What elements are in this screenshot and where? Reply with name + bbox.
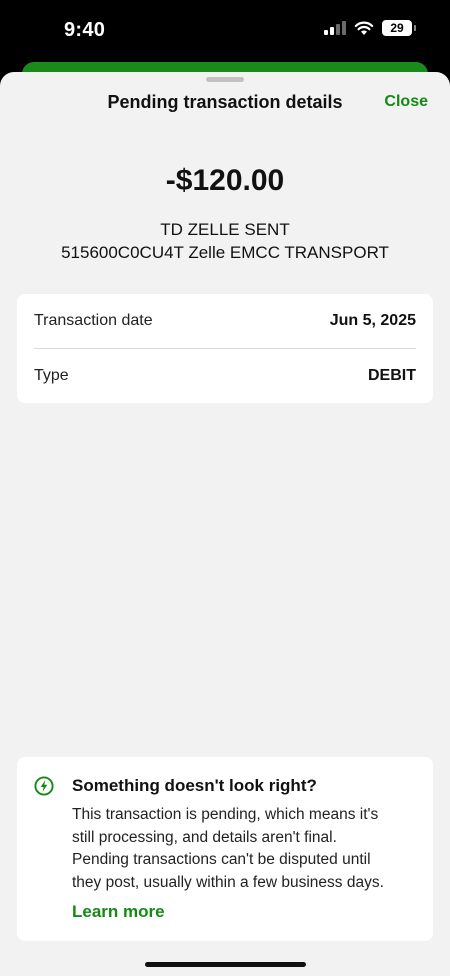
transaction-amount: -$120.00 [165,164,285,197]
notice-body: This transaction is pending, which means… [72,804,422,894]
detail-label: Transaction date [34,312,153,329]
notice-title: Something doesn't look right? [72,776,317,795]
details-card: Transaction date Jun 5, 2025 Type DEBIT [17,294,433,403]
notice-body-line: they post, usually within a few business… [72,873,384,891]
battery-icon: 29 [382,20,416,36]
home-indicator[interactable] [145,962,306,967]
merchant-description: TD ZELLE SENT 515600C0CU4T Zelle EMCC TR… [0,218,450,264]
close-button[interactable]: Close [384,93,428,111]
merchant-line-2: 515600C0CU4T Zelle EMCC TRANSPORT [61,243,389,262]
transaction-details-sheet: Pending transaction details Close -$120.… [0,72,450,976]
sheet-grabber[interactable] [206,77,244,82]
cellular-signal-icon [324,21,346,35]
wifi-icon [354,21,374,35]
merchant-line-1: TD ZELLE SENT [160,220,290,239]
detail-label: Type [34,367,69,384]
battery-level: 29 [390,21,404,35]
learn-more-link[interactable]: Learn more [72,902,165,922]
notice-body-line: still processing, and details aren't fin… [72,828,337,846]
notice-body-line: This transaction is pending, which means… [72,806,379,823]
detail-row-type: Type DEBIT [34,349,416,403]
detail-value: Jun 5, 2025 [329,312,416,329]
help-notice-card: Something doesn't look right? This trans… [17,757,433,941]
status-time: 9:40 [64,19,106,41]
detail-row-transaction-date: Transaction date Jun 5, 2025 [34,294,416,348]
sheet-title: Pending transaction details [107,92,343,112]
status-bar: 9:40 29 [0,0,450,62]
notice-body-line: Pending transactions can't be disputed u… [72,851,371,868]
lightning-circle-icon [34,776,54,796]
status-icons: 29 [324,20,416,36]
detail-value: DEBIT [368,367,416,384]
